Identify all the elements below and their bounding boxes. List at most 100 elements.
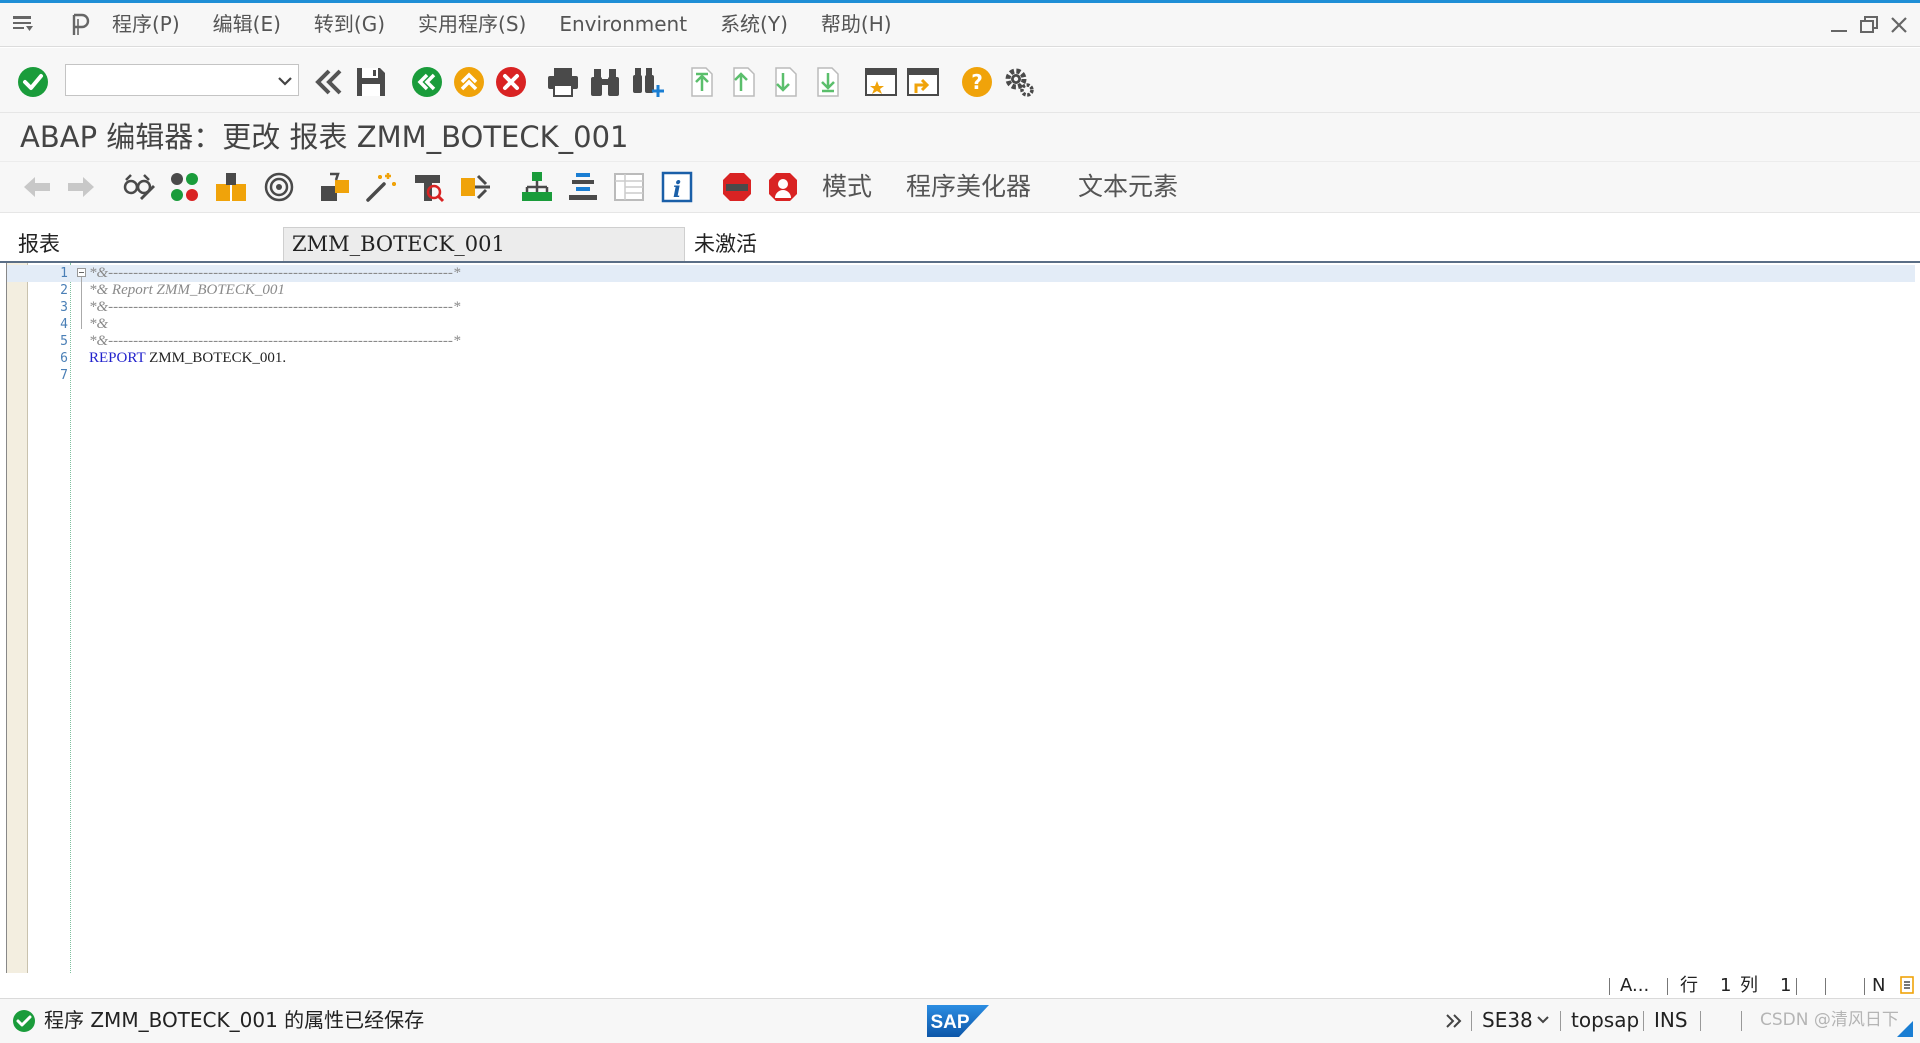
col-label: 列	[1740, 975, 1758, 996]
where-used-icon[interactable]	[412, 170, 446, 204]
line-value: 1	[1720, 975, 1732, 996]
keyword-report: REPORT	[89, 350, 146, 366]
page-title: ABAP 编辑器：更改 报表 ZMM_BOTECK_001	[20, 120, 629, 154]
new-session-icon[interactable]	[864, 65, 898, 99]
line-number: 4	[60, 317, 68, 332]
text-elements-button[interactable]: 文本元素	[1078, 162, 1178, 212]
minimize-icon[interactable]	[1827, 13, 1851, 37]
exit-icon[interactable]	[410, 65, 444, 99]
code-text: *& Report ZMM_BOTECK_001	[89, 282, 285, 298]
collapse-icon[interactable]	[77, 268, 86, 277]
insert-mode[interactable]: INS	[1654, 999, 1688, 1041]
line-number: 1	[60, 266, 68, 281]
first-page-icon[interactable]	[684, 65, 718, 99]
line-number: 5	[60, 334, 68, 349]
separator	[1667, 978, 1668, 995]
settings-icon[interactable]	[1002, 65, 1036, 99]
code-text: *&--------------------------------------…	[89, 333, 461, 349]
resize-grip-icon[interactable]	[1897, 1021, 1913, 1037]
menu-help[interactable]: 帮助(H)	[821, 3, 892, 46]
next-page-icon[interactable]	[768, 65, 802, 99]
title-bar: ABAP 编辑器：更改 报表 ZMM_BOTECK_001	[0, 113, 1920, 162]
col-value: 1	[1780, 975, 1792, 996]
pretty-printer-button[interactable]: 程序美化器	[906, 162, 1031, 212]
status-a: A...	[1620, 975, 1650, 996]
sap-p-icon[interactable]	[68, 12, 94, 38]
code-line[interactable]: 3 *&------------------------------------…	[7, 299, 1915, 316]
status-message[interactable]: 程序 ZMM_BOTECK_001 的属性已经保存	[44, 999, 424, 1041]
magic-wand-icon[interactable]	[364, 170, 398, 204]
transaction-code[interactable]: SE38	[1482, 999, 1533, 1041]
save-icon[interactable]	[354, 65, 388, 99]
activation-status: 未激活	[694, 232, 757, 256]
previous-page-icon[interactable]	[726, 65, 760, 99]
code-line[interactable]: 6 REPORT ZMM_BOTECK_001.	[7, 350, 1915, 367]
external-breakpoint-icon[interactable]	[766, 170, 800, 204]
sap-logo-text: SAP	[930, 1012, 969, 1033]
activate-icon[interactable]	[318, 170, 352, 204]
chevron-down-icon[interactable]	[276, 72, 294, 90]
outline-icon[interactable]	[566, 170, 600, 204]
svg-text:?: ?	[971, 70, 983, 94]
last-page-icon[interactable]	[810, 65, 844, 99]
separator	[1560, 1011, 1561, 1031]
arrow-right-icon[interactable]	[64, 170, 98, 204]
split-screen-icon[interactable]	[612, 170, 646, 204]
hierarchy-icon[interactable]	[520, 170, 554, 204]
line-number: 7	[60, 368, 68, 383]
line-number: 3	[60, 300, 68, 315]
shortcut-icon[interactable]	[906, 65, 940, 99]
line-number: 6	[60, 351, 68, 366]
menu-program[interactable]: 程序(P)	[112, 3, 180, 46]
code-text: REPORT ZMM_BOTECK_001.	[89, 350, 286, 367]
separator	[1825, 978, 1826, 995]
active-inactive-icon[interactable]	[168, 170, 202, 204]
report-label: 报表	[18, 232, 60, 256]
print-icon[interactable]	[546, 65, 580, 99]
menu-utilities[interactable]: 实用程序(S)	[418, 3, 526, 46]
code-rest: ZMM_BOTECK_001.	[145, 350, 287, 366]
code-line[interactable]: 2 *& Report ZMM_BOTECK_001	[7, 282, 1915, 299]
restore-icon[interactable]	[1857, 13, 1881, 37]
standard-toolbar: ?	[0, 48, 1920, 113]
display-change-icon[interactable]	[122, 170, 156, 204]
stop-breakpoint-icon[interactable]	[720, 170, 754, 204]
separator	[1609, 978, 1610, 995]
double-chevron-right-icon[interactable]	[1445, 1013, 1463, 1029]
arrow-left-icon[interactable]	[20, 170, 54, 204]
pattern-button[interactable]: 模式	[822, 162, 872, 212]
enter-check-icon[interactable]	[16, 65, 50, 99]
menu-edit[interactable]: 编辑(E)	[213, 3, 281, 46]
code-editor[interactable]: 1 *&------------------------------------…	[6, 263, 1915, 973]
menu-environment[interactable]: Environment	[559, 3, 687, 46]
code-line[interactable]: 1 *&------------------------------------…	[7, 265, 1915, 282]
close-icon[interactable]	[1887, 13, 1911, 37]
code-line[interactable]: 5 *&------------------------------------…	[7, 333, 1915, 350]
chevron-down-icon[interactable]	[1536, 1014, 1550, 1026]
svg-text:i: i	[673, 177, 681, 203]
info-icon[interactable]: i	[660, 170, 694, 204]
separator	[1700, 1011, 1701, 1031]
separator	[1643, 1011, 1644, 1031]
code-line[interactable]: 4 *&	[7, 316, 1915, 333]
menu-goto[interactable]: 转到(G)	[314, 3, 385, 46]
success-check-icon	[13, 1010, 35, 1032]
application-toolbar: i 模式 程序美化器 文本元素	[0, 162, 1920, 213]
command-field[interactable]	[65, 64, 299, 96]
check-syntax-icon[interactable]	[262, 170, 296, 204]
other-object-icon[interactable]	[214, 170, 248, 204]
cancel-icon[interactable]	[494, 65, 528, 99]
up-icon[interactable]	[452, 65, 486, 99]
find-next-icon[interactable]	[630, 65, 664, 99]
status-n: N	[1872, 975, 1886, 996]
back-icon[interactable]	[312, 65, 346, 99]
menu-system[interactable]: 系统(Y)	[720, 3, 788, 46]
editor-status-info: A... 行 1 列 1 N	[0, 973, 1920, 997]
code-line[interactable]: 7	[7, 367, 1915, 384]
separator	[1796, 978, 1797, 995]
navigate-icon[interactable]	[458, 170, 492, 204]
find-icon[interactable]	[588, 65, 622, 99]
help-icon[interactable]: ?	[960, 65, 994, 99]
document-icon[interactable]	[1898, 975, 1916, 995]
menu-list-icon[interactable]	[10, 12, 36, 38]
